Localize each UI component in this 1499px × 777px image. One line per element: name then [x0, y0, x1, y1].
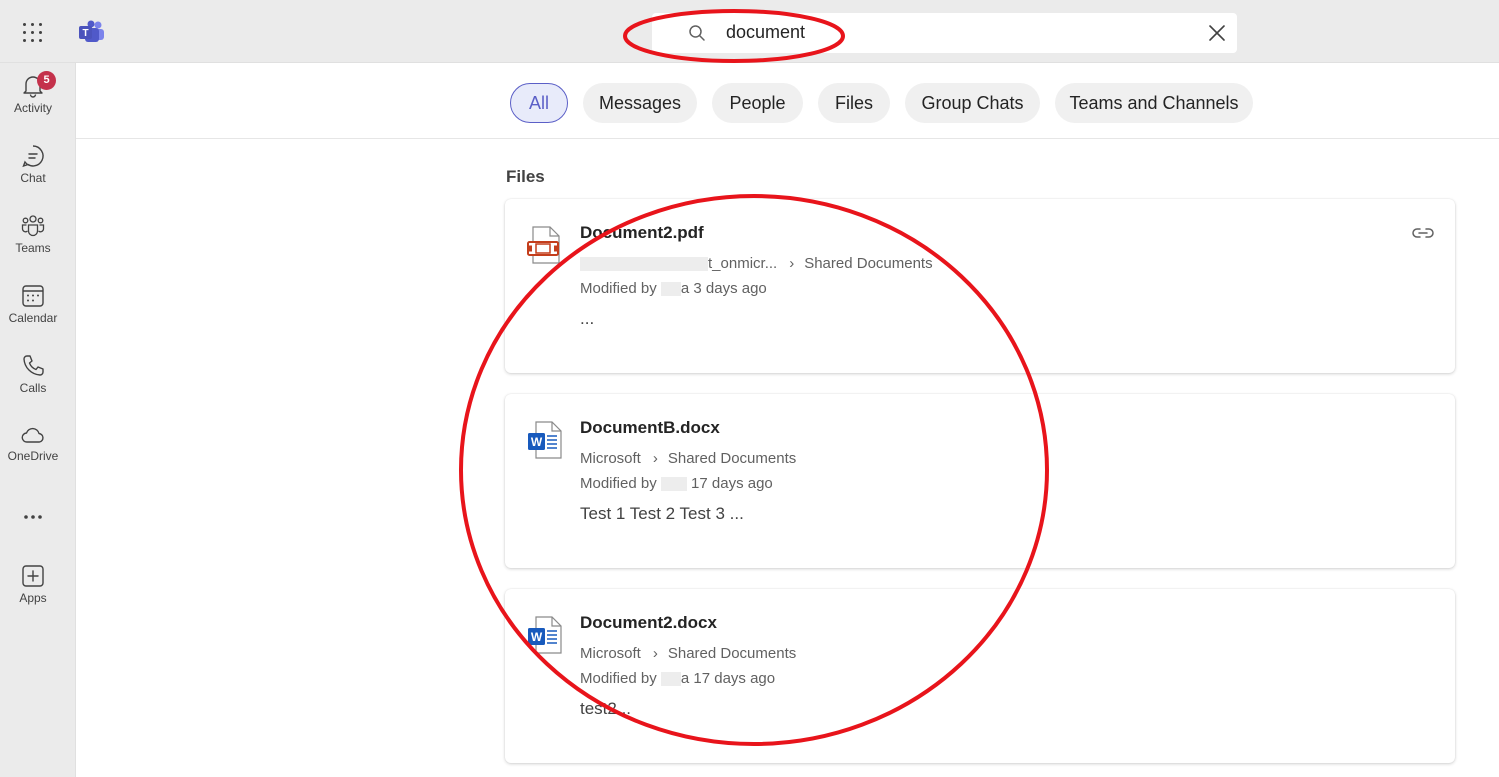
modified-prefix: Modified by	[580, 670, 661, 687]
redacted-text	[580, 257, 708, 272]
rail-label: Calls	[19, 381, 47, 395]
file-modified: Modified by a 17 days ago	[580, 670, 775, 687]
file-location-start: Microsoft	[580, 645, 641, 662]
rail-label: Chat	[20, 171, 46, 185]
file-result-card[interactable]: W Document2.docx Microsoft › Shared Docume…	[505, 589, 1455, 763]
file-location-end: Shared Documents	[667, 450, 797, 467]
svg-text:W: W	[531, 435, 543, 449]
file-name[interactable]: Document2.docx	[580, 613, 717, 633]
redacted-text	[660, 282, 681, 297]
file-snippet: ...	[580, 309, 595, 328]
rail-label: Calendar	[8, 311, 58, 325]
file-modified: Modified by 17 days ago	[580, 475, 773, 492]
phone-icon	[23, 355, 44, 376]
file-location: Microsoft › Shared Documents	[580, 450, 796, 467]
rail-item-onedrive[interactable]: OneDrive	[0, 423, 66, 485]
tab-all[interactable]: All	[510, 83, 568, 123]
modified-info: a 3 days ago	[680, 280, 767, 297]
tab-group-chats[interactable]: Group Chats	[905, 83, 1040, 123]
file-name[interactable]: Document2.pdf	[580, 223, 704, 243]
link-icon[interactable]	[1411, 225, 1435, 241]
search-input[interactable]	[726, 22, 1166, 43]
file-location-end: Shared Documents	[804, 255, 933, 272]
rail-item-activity[interactable]: 5 Activity	[0, 71, 66, 135]
svg-text:T: T	[82, 28, 88, 39]
add-apps-icon	[22, 565, 44, 587]
calendar-icon	[22, 285, 44, 307]
notification-badge: 5	[37, 71, 56, 90]
redacted-text	[660, 672, 681, 687]
close-icon[interactable]	[1207, 23, 1227, 43]
file-snippet: test2...	[580, 699, 632, 718]
rail-item-calendar[interactable]: Calendar	[0, 283, 66, 345]
rail-label: Teams	[15, 241, 51, 255]
teams-logo-icon: T	[79, 20, 104, 42]
more-icon	[24, 515, 42, 519]
left-app-rail: 5 Activity Chat Teams Calendar Calls One…	[0, 63, 76, 777]
word-file-icon: W	[528, 421, 562, 459]
file-name[interactable]: DocumentB.docx	[580, 418, 720, 438]
file-result-card[interactable]: W DocumentB.docx Microsoft › Shared Docume…	[505, 394, 1455, 568]
svg-text:W: W	[531, 630, 543, 644]
file-location: Microsoft › Shared Documents	[580, 645, 796, 662]
file-snippet: Test 1 Test 2 Test 3 ...	[580, 504, 744, 523]
modified-prefix: Modified by	[580, 280, 661, 297]
search-icon	[689, 25, 705, 41]
word-file-icon: W	[528, 616, 562, 654]
file-location-start: t_onmicr...	[708, 255, 778, 272]
chevron-right-icon: ›	[652, 450, 658, 467]
modified-info: 17 days ago	[691, 475, 773, 492]
rail-item-chat[interactable]: Chat	[0, 143, 66, 205]
chat-icon	[22, 145, 44, 168]
app-launcher-icon[interactable]	[22, 22, 44, 44]
rail-label: Apps	[19, 591, 47, 605]
file-location-start: Microsoft	[580, 450, 641, 467]
teams-icon	[21, 215, 45, 237]
rail-item-calls[interactable]: Calls	[0, 353, 66, 415]
redacted-text	[660, 477, 687, 492]
modified-prefix: Modified by	[580, 475, 661, 492]
top-bar: T	[0, 0, 1499, 63]
chevron-right-icon: ›	[789, 255, 795, 272]
cloud-icon	[21, 427, 44, 443]
section-title: Files	[506, 167, 545, 186]
modified-info: a 17 days ago	[680, 670, 776, 687]
chevron-right-icon: ›	[652, 645, 658, 662]
file-modified: Modified by a 3 days ago	[580, 280, 767, 297]
file-result-card[interactable]: Document2.pdf t_onmicr... › Shared Documen…	[505, 199, 1455, 373]
search-box[interactable]	[652, 13, 1237, 53]
pdf-file-icon	[527, 226, 560, 264]
file-location: t_onmicr... › Shared Documents	[580, 255, 933, 272]
tab-teams-and-channels[interactable]: Teams and Channels	[1055, 83, 1253, 123]
rail-label: OneDrive	[7, 449, 59, 463]
tab-people[interactable]: People	[712, 83, 803, 123]
tab-messages[interactable]: Messages	[583, 83, 697, 123]
tab-files[interactable]: Files	[818, 83, 890, 123]
rail-item-teams[interactable]: Teams	[0, 213, 66, 275]
search-filter-tabs: All Messages People Files Group Chats Te…	[76, 63, 1499, 139]
rail-label: Activity	[13, 101, 52, 115]
file-location-end: Shared Documents	[667, 645, 797, 662]
rail-item-apps[interactable]: Apps	[0, 563, 66, 625]
rail-item-more[interactable]	[0, 505, 66, 529]
